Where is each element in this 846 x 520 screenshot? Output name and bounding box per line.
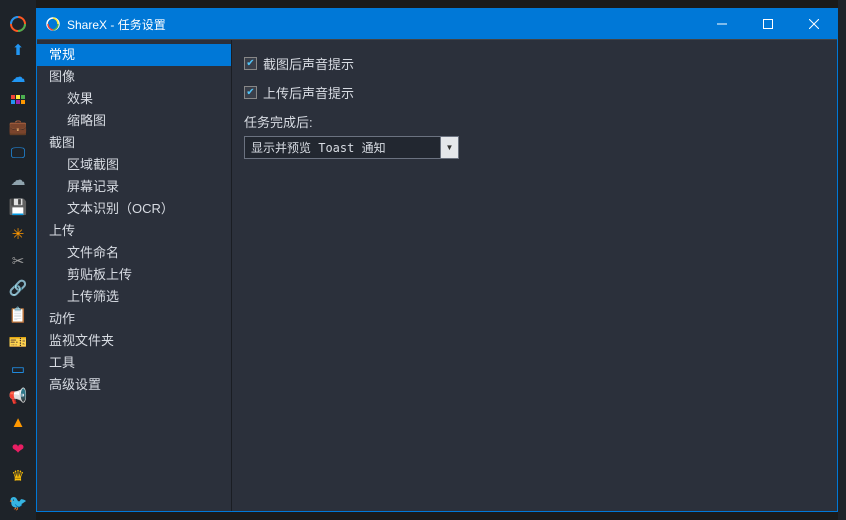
right-edge bbox=[838, 0, 846, 520]
checkbox-label: 上传后声音提示 bbox=[263, 83, 354, 102]
crown-icon[interactable]: ♛ bbox=[9, 467, 27, 485]
grid-icon[interactable] bbox=[9, 95, 27, 109]
briefcase-icon[interactable]: 💼 bbox=[9, 118, 27, 136]
tree-item[interactable]: 监视文件夹 bbox=[37, 330, 231, 352]
after-task-dropdown[interactable]: 显示并预览 Toast 通知 ▼ bbox=[244, 136, 459, 159]
tree-item[interactable]: 图像 bbox=[37, 66, 231, 88]
tree-item[interactable]: 缩略图 bbox=[37, 110, 231, 132]
window-icon[interactable]: ▭ bbox=[9, 360, 27, 378]
settings-window: ShareX - 任务设置 常规图像效果缩略图截图区域截图屏幕记录文本识别（OC… bbox=[36, 8, 838, 512]
category-tree[interactable]: 常规图像效果缩略图截图区域截图屏幕记录文本识别（OCR）上传文件命名剪贴板上传上… bbox=[37, 40, 232, 511]
minimize-button[interactable] bbox=[699, 9, 745, 39]
tree-item[interactable]: 工具 bbox=[37, 352, 231, 374]
tree-item[interactable]: 常规 bbox=[37, 44, 231, 66]
tree-item[interactable]: 高级设置 bbox=[37, 374, 231, 396]
screen-icon[interactable]: 🖵 bbox=[9, 145, 27, 162]
titlebar[interactable]: ShareX - 任务设置 bbox=[37, 9, 837, 39]
megaphone-icon[interactable]: 📢 bbox=[9, 387, 27, 405]
close-button[interactable] bbox=[791, 9, 837, 39]
upload-icon[interactable]: ☁ bbox=[9, 68, 27, 86]
tree-item[interactable]: 区域截图 bbox=[37, 154, 231, 176]
tree-item[interactable]: 截图 bbox=[37, 132, 231, 154]
window-app-icon bbox=[45, 16, 61, 32]
drive-icon[interactable]: 💾 bbox=[9, 198, 27, 216]
capture-icon[interactable]: ⬆ bbox=[9, 41, 27, 59]
browser-icon[interactable]: 📋 bbox=[9, 306, 27, 324]
settings-icon[interactable]: ✳ bbox=[9, 225, 27, 243]
settings-panel: ✔ 截图后声音提示 ✔ 上传后声音提示 任务完成后: 显示并预览 Toast 通… bbox=[232, 40, 837, 511]
window-title: ShareX - 任务设置 bbox=[67, 16, 699, 33]
link-icon[interactable]: 🔗 bbox=[9, 279, 27, 297]
tree-item[interactable]: 剪贴板上传 bbox=[37, 264, 231, 286]
heart-icon[interactable]: ❤ bbox=[9, 440, 27, 458]
tree-item[interactable]: 屏幕记录 bbox=[37, 176, 231, 198]
cone-icon[interactable]: ▲ bbox=[9, 414, 27, 431]
tree-item[interactable]: 文件命名 bbox=[37, 242, 231, 264]
cloud-icon[interactable]: ☁ bbox=[9, 171, 27, 189]
after-task-label: 任务完成后: bbox=[244, 112, 825, 131]
tools-icon[interactable]: ✂ bbox=[9, 252, 27, 270]
tree-item[interactable]: 上传筛选 bbox=[37, 286, 231, 308]
sharex-logo[interactable] bbox=[9, 16, 27, 32]
chevron-down-icon[interactable]: ▼ bbox=[441, 136, 459, 159]
checkbox-sound-after-upload[interactable]: ✔ bbox=[244, 86, 257, 99]
app-left-toolbar: ⬆ ☁ 💼 🖵 ☁ 💾 ✳ ✂ 🔗 📋 🎫 ▭ 📢 ▲ ❤ ♛ 🐦 bbox=[0, 0, 36, 520]
dropdown-value: 显示并预览 Toast 通知 bbox=[244, 136, 441, 159]
tree-item[interactable]: 文本识别（OCR） bbox=[37, 198, 231, 220]
maximize-button[interactable] bbox=[745, 9, 791, 39]
twitter-icon[interactable]: 🐦 bbox=[9, 494, 27, 512]
tree-item[interactable]: 效果 bbox=[37, 88, 231, 110]
checkbox-sound-after-capture[interactable]: ✔ bbox=[244, 57, 257, 70]
checkbox-label: 截图后声音提示 bbox=[263, 54, 354, 73]
ticket-icon[interactable]: 🎫 bbox=[9, 333, 27, 351]
tree-item[interactable]: 上传 bbox=[37, 220, 231, 242]
tree-item[interactable]: 动作 bbox=[37, 308, 231, 330]
